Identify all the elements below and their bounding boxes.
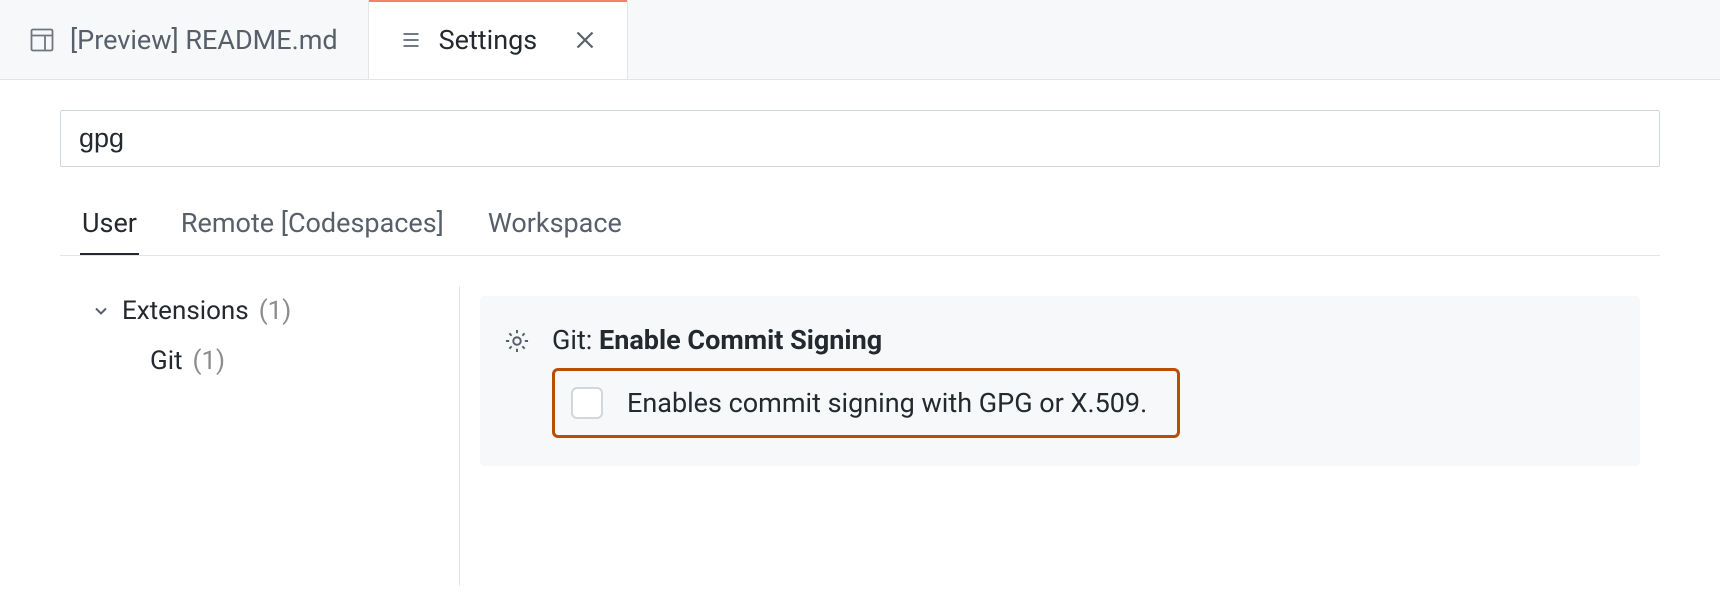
tab-label: [Preview] README.md — [70, 24, 338, 56]
tree-item-extensions[interactable]: Extensions (1) — [90, 286, 459, 336]
tab-label: Settings — [439, 24, 538, 56]
settings-body: Extensions (1) Git (1) Git: Enable Comm — [60, 286, 1660, 586]
tree-count: (1) — [259, 296, 292, 326]
setting-name: Enable Commit Signing — [599, 324, 882, 356]
settings-list: Git: Enable Commit Signing Enables commi… — [460, 286, 1660, 586]
settings-editor: User Remote [Codespaces] Workspace Exten… — [0, 80, 1720, 586]
gear-icon[interactable] — [504, 328, 530, 354]
enable-commit-signing-checkbox[interactable] — [571, 387, 603, 419]
tree-count: (1) — [193, 346, 226, 376]
tab-bar: [Preview] README.md Settings — [0, 0, 1720, 80]
tree-label: Extensions — [122, 296, 249, 326]
scope-switcher: User Remote [Codespaces] Workspace — [60, 193, 1660, 256]
scope-tab-workspace[interactable]: Workspace — [486, 193, 624, 255]
setting-description: Enables commit signing with GPG or X.509… — [627, 387, 1147, 419]
chevron-down-icon — [90, 300, 112, 322]
setting-checkbox-row: Enables commit signing with GPG or X.509… — [552, 368, 1180, 438]
tab-preview-readme[interactable]: [Preview] README.md — [0, 0, 369, 79]
tree-label: Git — [150, 346, 183, 376]
tree-item-git[interactable]: Git (1) — [90, 336, 459, 386]
preview-icon — [30, 28, 54, 52]
settings-tree: Extensions (1) Git (1) — [60, 286, 460, 586]
setting-item-git-enable-commit-signing: Git: Enable Commit Signing Enables commi… — [480, 296, 1640, 466]
setting-category: Git: — [552, 324, 599, 356]
close-icon[interactable] — [573, 28, 597, 52]
settings-search-input[interactable] — [60, 110, 1660, 167]
tab-settings[interactable]: Settings — [369, 0, 629, 79]
setting-title: Git: Enable Commit Signing — [552, 324, 1616, 356]
settings-tab-icon — [399, 28, 423, 52]
scope-tab-user[interactable]: User — [80, 193, 139, 255]
scope-tab-remote[interactable]: Remote [Codespaces] — [179, 193, 446, 255]
